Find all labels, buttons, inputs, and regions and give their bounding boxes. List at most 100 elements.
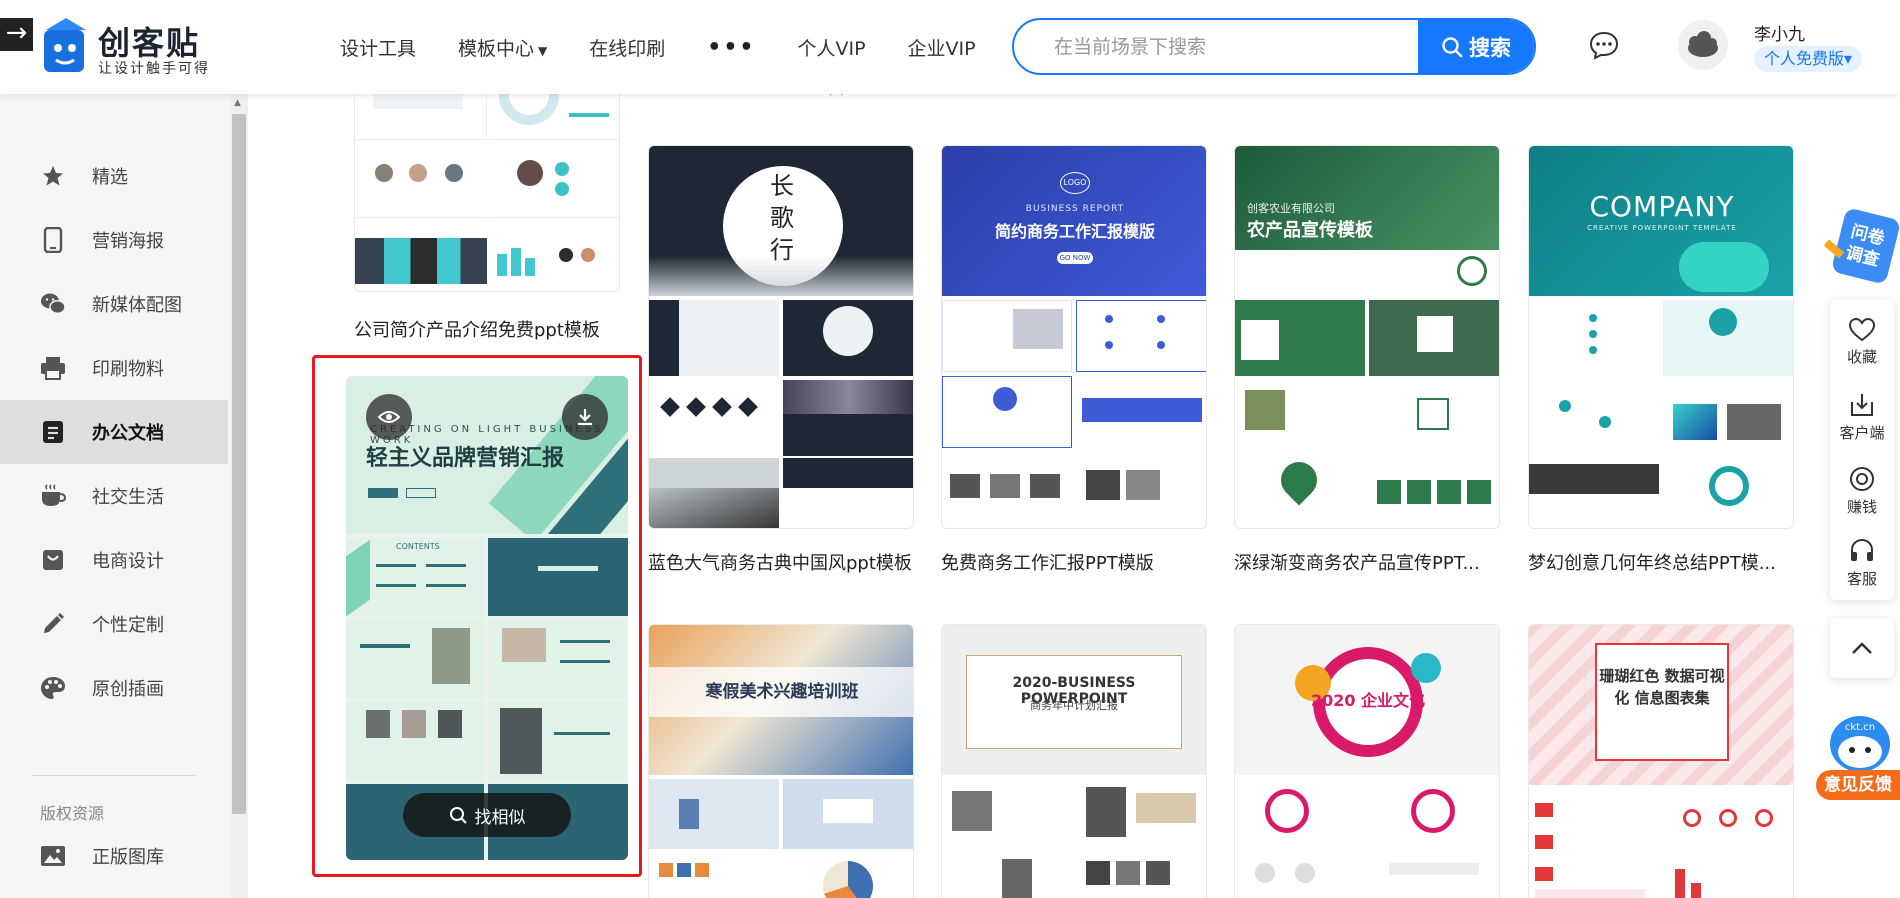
card-thumbnail[interactable]: 寒假美术兴趣培训班 xyxy=(648,624,914,898)
thumb-subheading: CREATIVE POWERPOINT TEMPLATE xyxy=(1587,224,1737,232)
document-icon xyxy=(40,419,66,445)
download-icon xyxy=(578,409,592,426)
nav-template-center[interactable]: 模板中心 ▼ xyxy=(458,34,547,61)
thumb-slide xyxy=(649,853,779,898)
nav-online-print[interactable]: 在线印刷 xyxy=(589,34,665,61)
sidebar-item-custom[interactable]: 个性定制 xyxy=(0,592,228,656)
template-card[interactable]: 公司简介产品介绍免费ppt模板 xyxy=(354,60,620,350)
logo[interactable]: 创客贴 让设计触手可得 xyxy=(40,10,215,80)
template-card[interactable]: COMPANY CREATIVE POWERPOINT TEMPLATE 梦幻创… xyxy=(1528,145,1794,575)
card-title[interactable]: 深绿渐变商务农产品宣传PPT... xyxy=(1234,549,1504,575)
logo-slogan: 让设计触手可得 xyxy=(98,61,210,77)
sidebar-item-illustration[interactable]: 原创插画 xyxy=(0,656,228,720)
heart-icon xyxy=(1849,318,1875,342)
float-earn[interactable]: 赚钱 xyxy=(1830,456,1894,526)
sidebar-item-ecommerce[interactable]: 电商设计 xyxy=(0,528,228,592)
sidebar-item-office-docs[interactable]: 办公文档 xyxy=(0,400,228,464)
float-label: 收藏 xyxy=(1846,348,1877,366)
search-bar: 搜索 xyxy=(1012,18,1536,75)
thumb-slide xyxy=(1076,300,1206,372)
thumb-slide-cover: 2020 企业文化 xyxy=(1235,625,1499,775)
mascot-text: ckt.cn xyxy=(1845,722,1875,733)
arrow-right-icon: → xyxy=(5,18,28,48)
card-thumbnail[interactable]: 创客农业有限公司 农产品宣传模板 xyxy=(1234,145,1500,529)
scroll-up-arrow-icon[interactable]: ▲ xyxy=(234,98,241,108)
template-grid: 古风创意精美工作汇报ppt模板 简约通用案例设计方案PPT模板 年中个人总结报告… xyxy=(248,0,1828,898)
template-card[interactable]: 2020 企业文化 xyxy=(1234,624,1500,898)
search-button[interactable]: 搜索 xyxy=(1418,20,1534,73)
more-menu-button[interactable]: ••• xyxy=(707,35,755,60)
sidebar-item-print-materials[interactable]: 印刷物料 xyxy=(0,336,228,400)
sidebar-item-stock-images[interactable]: 正版图库 xyxy=(0,824,228,888)
download-button[interactable] xyxy=(562,394,608,440)
thumb-logo: LOGO xyxy=(1060,172,1090,194)
thumb-button: GO NOW xyxy=(1057,252,1093,264)
thumb-slide-cover: 寒假美术兴趣培训班 xyxy=(649,625,913,775)
card-thumbnail[interactable]: 珊瑚红色 数据可视化 信息图表集 xyxy=(1528,624,1794,898)
thumb-heading: 2020 企业文化 xyxy=(1310,691,1426,710)
image-icon xyxy=(40,843,66,869)
template-card[interactable]: LOGO BUSINESS REPORT 简约商务工作汇报模版 GO NOW 免… xyxy=(941,145,1207,575)
template-card[interactable]: 创客农业有限公司 农产品宣传模板 深绿渐变商务农产品宣传PPT... xyxy=(1234,145,1500,575)
nav-personal-vip[interactable]: 个人VIP xyxy=(797,34,865,61)
template-card[interactable]: 珊瑚红色 数据可视化 信息图表集 xyxy=(1528,624,1794,898)
sidebar-scrollbar-thumb[interactable] xyxy=(232,114,246,814)
main-nav: 设计工具 模板中心 ▼ 在线印刷 ••• 个人VIP 企业VIP xyxy=(340,0,1018,94)
sidebar-item-new-media[interactable]: 新媒体配图 xyxy=(0,272,228,336)
template-card[interactable]: 长歌行 蓝色大气商务古典中国风ppt模板 xyxy=(648,145,914,575)
card-thumbnail[interactable]: COMPANY CREATIVE POWERPOINT TEMPLATE xyxy=(1528,145,1794,529)
nav-enterprise-vip[interactable]: 企业VIP xyxy=(908,34,976,61)
back-to-top-button[interactable] xyxy=(1830,618,1894,678)
thumb-heading: 长歌行 xyxy=(770,172,794,264)
top-header: → 创客贴 让设计触手可得 设计工具 模板中心 ▼ 在线印刷 ••• 个人VIP … xyxy=(0,0,1900,94)
thumb-slide xyxy=(783,300,913,376)
message-icon[interactable] xyxy=(1589,30,1619,60)
thumb-slide xyxy=(1369,380,1499,452)
plan-badge[interactable]: 个人免费版▾ xyxy=(1754,46,1863,72)
thumb-slide xyxy=(942,376,1072,448)
thumb-slide xyxy=(1529,789,1659,898)
search-button-label: 搜索 xyxy=(1469,35,1511,60)
card-thumbnail[interactable]: 2020 企业文化 xyxy=(1234,624,1500,898)
thumb-slide xyxy=(1235,380,1365,452)
card-thumbnail[interactable]: 长歌行 xyxy=(648,145,914,529)
card-thumbnail[interactable]: LOGO BUSINESS REPORT 简约商务工作汇报模版 GO NOW xyxy=(941,145,1207,529)
thumb-slide xyxy=(488,538,628,616)
user-name[interactable]: 李小九 xyxy=(1754,20,1805,45)
float-client[interactable]: 客户端 xyxy=(1830,382,1894,452)
avatar[interactable] xyxy=(1678,20,1728,70)
preview-button[interactable] xyxy=(366,394,412,440)
float-favorites[interactable]: 收藏 xyxy=(1830,308,1894,378)
sidebar-item-marketing-poster[interactable]: 营销海报 xyxy=(0,208,228,272)
feedback-widget[interactable]: ckt.cn 意见反馈 xyxy=(1816,708,1900,808)
card-title[interactable]: 蓝色大气商务古典中国风ppt模板 xyxy=(648,549,924,575)
template-card-hovered[interactable]: CREATING ON LIGHT BUSINESS WORK 轻主义品牌营销汇… xyxy=(346,376,628,860)
logo-mascot-icon xyxy=(44,18,86,72)
thumb-contents-label: CONTENTS xyxy=(396,542,440,551)
thumb-slide xyxy=(783,853,913,898)
sidebar-item-social-life[interactable]: 社交生活 xyxy=(0,464,228,528)
nav-design-tools[interactable]: 设计工具 xyxy=(340,34,416,61)
template-card[interactable]: 寒假美术兴趣培训班 xyxy=(648,624,914,898)
sidebar-item-label: 原创插画 xyxy=(92,679,164,700)
find-similar-button[interactable]: 找相似 xyxy=(403,793,571,837)
sidebar-item-featured[interactable]: 精选 xyxy=(0,144,228,208)
thumb-slide xyxy=(1076,376,1206,448)
sidebar: 精选 营销海报 新媒体配图 印刷物料 办公文档 社交生活 电商设计 个性定制 原… xyxy=(0,94,230,898)
thumb-slide xyxy=(1529,380,1659,452)
card-title[interactable]: 公司简介产品介绍免费ppt模板 xyxy=(354,316,620,342)
sidebar-scrollbar[interactable]: ▲ xyxy=(230,94,248,898)
card-thumbnail[interactable]: 2020-BUSINESS POWERPOINT 商务年中计划汇报 xyxy=(941,624,1207,898)
float-support[interactable]: 客服 xyxy=(1830,528,1894,598)
thumb-heading: 轻主义品牌营销汇报 xyxy=(366,445,565,471)
sidebar-divider xyxy=(32,775,196,776)
search-input[interactable] xyxy=(1014,20,1418,73)
template-card[interactable]: 2020-BUSINESS POWERPOINT 商务年中计划汇报 xyxy=(941,624,1207,898)
thumb-slide xyxy=(1369,779,1499,849)
card-thumbnail[interactable]: CREATING ON LIGHT BUSINESS WORK 轻主义品牌营销汇… xyxy=(346,376,628,860)
survey-badge[interactable]: 问卷调查 xyxy=(1820,205,1900,290)
sidebar-collapse-button[interactable]: → xyxy=(0,18,33,51)
card-title[interactable]: 梦幻创意几何年终总结PPT模... xyxy=(1528,549,1798,575)
card-thumbnail[interactable] xyxy=(354,60,620,292)
card-title[interactable]: 免费商务工作汇报PPT模版 xyxy=(941,549,1217,575)
